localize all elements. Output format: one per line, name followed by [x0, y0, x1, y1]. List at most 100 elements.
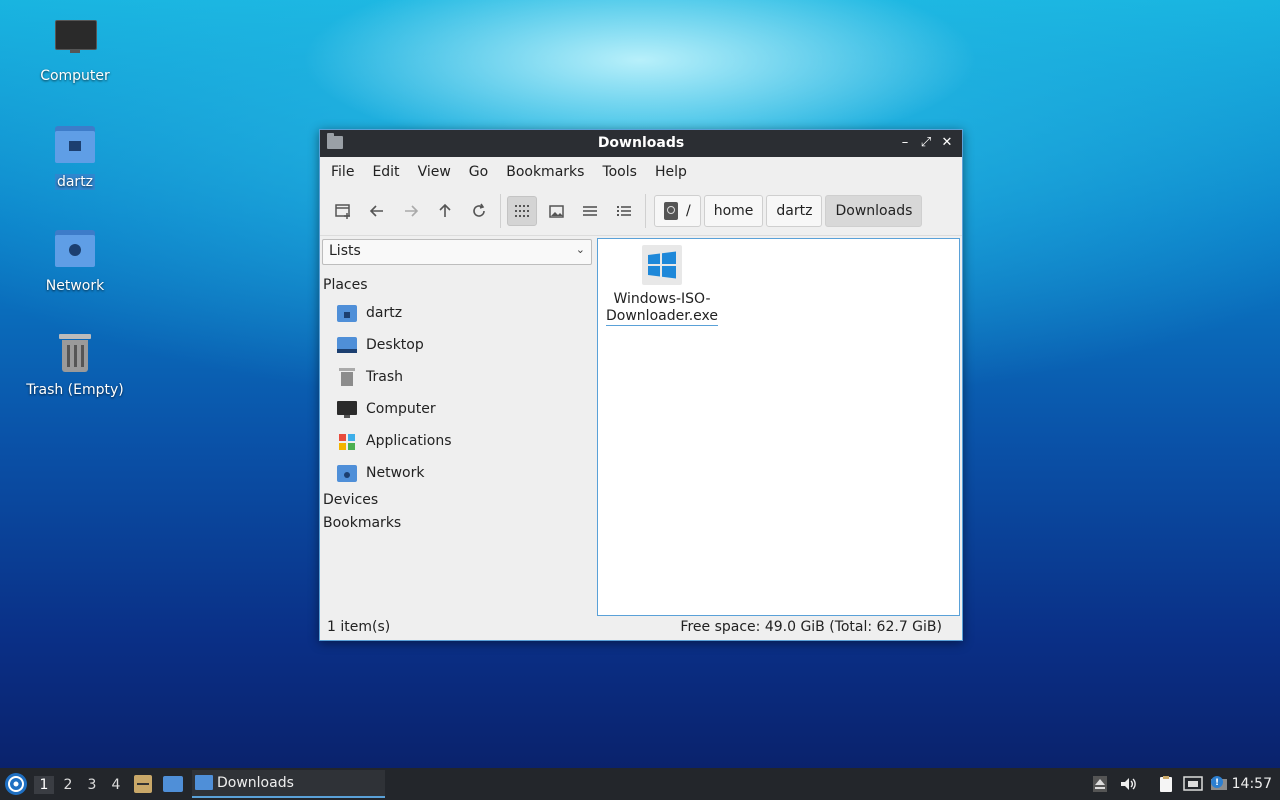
- network-folder-icon: [337, 464, 357, 482]
- file-cabinet-icon: [134, 775, 152, 793]
- breadcrumb-dartz[interactable]: dartz: [766, 195, 823, 227]
- breadcrumb-downloads[interactable]: Downloads: [825, 195, 923, 227]
- menu-bookmarks[interactable]: Bookmarks: [497, 160, 593, 184]
- file-view[interactable]: Windows-ISO- Downloader.exe: [597, 238, 960, 616]
- detailed-list-icon: [617, 206, 631, 216]
- desktop-icon: [337, 336, 357, 354]
- title-bar[interactable]: Downloads – ⤢ ✕: [320, 130, 962, 157]
- task-label: Downloads: [217, 775, 294, 791]
- desktop-icon-label: dartz: [54, 174, 96, 190]
- network-status-icon[interactable]: [1183, 775, 1203, 793]
- toolbar: / home dartz Downloads: [320, 187, 962, 236]
- volume-icon[interactable]: [1119, 775, 1137, 793]
- workspace-2[interactable]: 2: [58, 776, 78, 794]
- clipboard-icon[interactable]: [1157, 775, 1175, 793]
- sidebar-item-dartz[interactable]: dartz: [337, 301, 402, 325]
- windows-exe-icon: [642, 245, 682, 285]
- back-button[interactable]: [362, 196, 392, 226]
- workspace-1[interactable]: 1: [34, 776, 54, 794]
- folder-icon: [195, 775, 213, 790]
- sidebar-mode-value: Lists: [329, 243, 361, 259]
- file-item[interactable]: Windows-ISO- Downloader.exe: [604, 245, 720, 326]
- sidebar-item-label: Computer: [366, 401, 436, 417]
- home-folder-icon: [53, 124, 97, 168]
- menu-view[interactable]: View: [409, 160, 460, 184]
- sidebar-item-network[interactable]: Network: [337, 461, 424, 485]
- desktop-icon-trash[interactable]: Trash (Empty): [15, 332, 135, 398]
- sidebar-item-label: Network: [366, 465, 425, 481]
- sidebar-item-applications[interactable]: Applications: [337, 429, 452, 453]
- close-button[interactable]: ✕: [939, 135, 955, 151]
- list-icon: [583, 206, 597, 216]
- desktop-icon-label: Network: [45, 278, 105, 294]
- monitor-icon: [53, 18, 97, 62]
- monitor-icon: [337, 400, 357, 418]
- new-tab-icon: [335, 204, 350, 219]
- svg-text:!: !: [1215, 778, 1219, 788]
- home-folder-icon: [337, 304, 357, 322]
- menu-go[interactable]: Go: [460, 160, 497, 184]
- trash-icon: [337, 368, 357, 386]
- sidebar: Lists ⌄ Places dartz Desktop Trash Compu…: [320, 236, 596, 616]
- chevron-down-icon: ⌄: [575, 243, 585, 256]
- breadcrumb-root[interactable]: /: [654, 195, 701, 227]
- network-folder-icon: [53, 228, 97, 272]
- desktop-icon-network[interactable]: Network: [15, 228, 135, 294]
- toolbar-separator: [500, 194, 501, 228]
- reload-button[interactable]: [464, 196, 494, 226]
- file-name-line1: Windows-ISO-: [613, 291, 711, 307]
- section-bookmarks[interactable]: Bookmarks: [323, 515, 401, 531]
- desktop-icon-home[interactable]: dartz: [15, 124, 135, 190]
- workspace-4[interactable]: 4: [106, 776, 126, 794]
- maximize-button[interactable]: ⤢: [918, 135, 934, 151]
- menu-file[interactable]: File: [322, 160, 363, 184]
- menu-help[interactable]: Help: [646, 160, 696, 184]
- show-desktop-button[interactable]: [163, 776, 183, 792]
- window-title: Downloads: [597, 135, 685, 151]
- section-devices[interactable]: Devices: [323, 492, 378, 508]
- menu-edit[interactable]: Edit: [363, 160, 408, 184]
- toolbar-separator: [645, 194, 646, 228]
- drive-icon: [664, 202, 678, 220]
- up-button[interactable]: [430, 196, 460, 226]
- item-count: 1 item(s): [327, 619, 391, 635]
- new-tab-button[interactable]: [328, 196, 358, 226]
- desktop-icon-computer[interactable]: Computer: [15, 18, 135, 84]
- desktop-icon-label: Trash (Empty): [26, 382, 124, 398]
- section-places[interactable]: Places: [323, 277, 368, 293]
- sidebar-mode-select[interactable]: Lists ⌄: [322, 239, 592, 265]
- breadcrumb-home[interactable]: home: [703, 195, 764, 227]
- desktop-icon-label: Computer: [40, 68, 110, 84]
- menu-bar: File Edit View Go Bookmarks Tools Help: [320, 157, 962, 187]
- sidebar-item-trash[interactable]: Trash: [337, 365, 403, 389]
- icon-view-button[interactable]: [507, 196, 537, 226]
- menu-tools[interactable]: Tools: [593, 160, 646, 184]
- file-manager-launcher[interactable]: [134, 775, 152, 793]
- task-downloads[interactable]: Downloads: [192, 770, 385, 798]
- sidebar-item-computer[interactable]: Computer: [337, 397, 436, 421]
- forward-button[interactable]: [396, 196, 426, 226]
- updates-notification-icon[interactable]: !: [1209, 775, 1227, 793]
- grid-icon: [515, 205, 529, 217]
- minimize-button[interactable]: –: [897, 135, 913, 151]
- arrow-up-icon: [439, 203, 451, 217]
- breadcrumb: / home dartz Downloads: [654, 195, 925, 227]
- sidebar-item-desktop[interactable]: Desktop: [337, 333, 424, 357]
- arrow-right-icon: [405, 205, 419, 217]
- arrow-left-icon: [369, 205, 383, 217]
- detailed-view-button[interactable]: [609, 196, 639, 226]
- free-space: Free space: 49.0 GiB (Total: 62.7 GiB): [680, 619, 942, 635]
- image-icon: [548, 204, 564, 218]
- sidebar-item-label: Desktop: [366, 337, 424, 353]
- start-menu-button[interactable]: [5, 773, 27, 795]
- lubuntu-logo-icon: [8, 776, 24, 792]
- sidebar-item-label: Applications: [366, 433, 452, 449]
- compact-view-button[interactable]: [575, 196, 605, 226]
- desktop-icon: [163, 776, 183, 792]
- sidebar-item-label: dartz: [366, 305, 403, 321]
- applications-icon: [337, 432, 357, 450]
- clock[interactable]: 14:57: [1232, 776, 1272, 792]
- eject-icon[interactable]: [1091, 775, 1109, 793]
- workspace-3[interactable]: 3: [82, 776, 102, 794]
- thumbnail-view-button[interactable]: [541, 196, 571, 226]
